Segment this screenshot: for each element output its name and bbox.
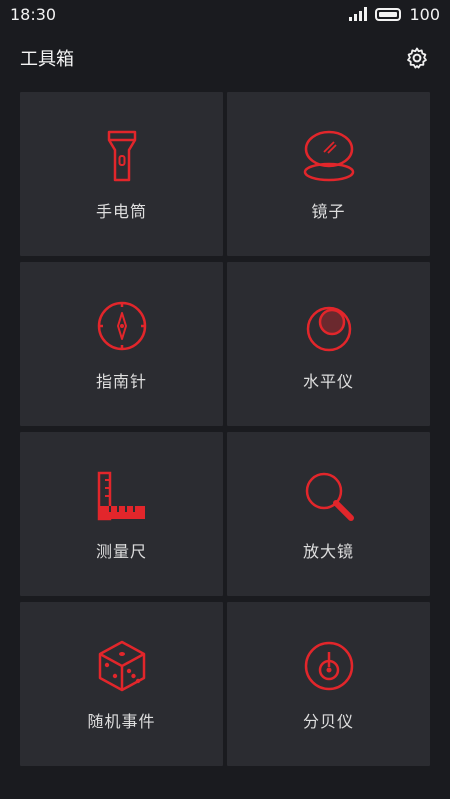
- tile-label: 随机事件: [87, 712, 156, 731]
- status-bar: 18:30 100: [0, 0, 450, 28]
- tile-magnifier[interactable]: 放大镜: [227, 432, 430, 596]
- app-header: 工具箱: [0, 38, 450, 78]
- gear-icon: [407, 47, 427, 69]
- ruler-icon: [97, 471, 145, 521]
- mirror-icon: [303, 130, 354, 182]
- settings-button[interactable]: [404, 45, 430, 71]
- tile-compass[interactable]: 指南针: [20, 262, 223, 426]
- battery-level: 100: [409, 4, 440, 24]
- page-title: 工具箱: [20, 49, 74, 70]
- tile-decibel[interactable]: 分贝仪: [227, 602, 430, 766]
- level-icon: [306, 306, 351, 352]
- tile-label: 手电筒: [95, 202, 147, 221]
- tile-label: 镜子: [311, 202, 346, 221]
- tile-mirror[interactable]: 镜子: [227, 92, 430, 256]
- tile-label: 放大镜: [302, 542, 354, 561]
- tile-dice[interactable]: 随机事件: [20, 602, 223, 766]
- status-time: 18:30: [10, 4, 57, 24]
- dice-icon: [98, 640, 145, 692]
- decibel-icon: [304, 641, 353, 691]
- flashlight-icon: [107, 130, 136, 182]
- compass-icon: [97, 301, 146, 351]
- tile-label: 水平仪: [302, 372, 354, 391]
- tile-label: 测量尺: [95, 542, 147, 561]
- tile-flashlight[interactable]: 手电筒: [20, 92, 223, 256]
- signal-icon: [349, 7, 368, 21]
- battery-icon: [375, 7, 402, 21]
- tile-level[interactable]: 水平仪: [227, 262, 430, 426]
- tile-ruler[interactable]: 测量尺: [20, 432, 223, 596]
- tile-label: 指南针: [95, 372, 147, 391]
- tile-label: 分贝仪: [302, 712, 354, 731]
- status-right: 100: [349, 5, 440, 24]
- magnifier-icon: [305, 472, 354, 521]
- tool-grid: 手电筒 镜子 指南针 水平仪 测量尺 放大镜 随机事件 分贝仪: [20, 92, 430, 766]
